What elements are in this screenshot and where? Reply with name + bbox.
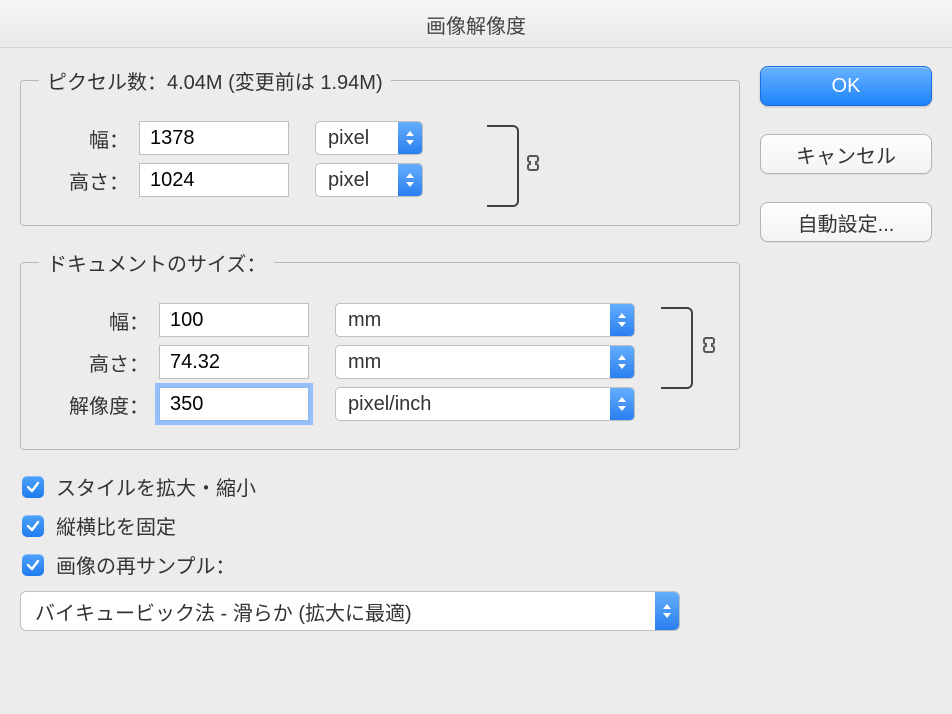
link-bracket-icon — [487, 125, 519, 207]
stepper-arrows-icon — [610, 346, 634, 378]
constrain-proportions-checkbox[interactable]: 縦横比を固定 — [22, 511, 740, 540]
link-bracket-icon — [661, 307, 693, 389]
resolution-unit-select[interactable]: pixel/inch — [335, 387, 635, 421]
doc-height-unit-select[interactable]: mm — [335, 345, 635, 379]
doc-width-unit-select[interactable]: mm — [335, 303, 635, 337]
doc-height-input[interactable] — [159, 345, 309, 379]
doc-width-input[interactable] — [159, 303, 309, 337]
document-size-group: ドキュメントのサイズ： 幅： mm 高さ： — [20, 248, 740, 450]
px-width-unit-select[interactable]: pixel — [315, 121, 423, 155]
dialog-title: 画像解像度 — [0, 0, 952, 48]
px-height-unit-label: pixel — [316, 169, 398, 192]
resample-method-select[interactable]: バイキュービック法 - 滑らか (拡大に最適) — [20, 591, 680, 631]
cancel-button[interactable]: キャンセル — [760, 134, 932, 174]
stepper-arrows-icon — [655, 592, 679, 630]
pixel-dimensions-group: ピクセル数：4.04M (変更前は 1.94M) 幅： pixel 高さ： — [20, 66, 740, 226]
resample-image-label: 画像の再サンプル： — [56, 550, 235, 579]
resolution-unit-label: pixel/inch — [336, 393, 610, 416]
doc-height-unit-label: mm — [336, 351, 610, 374]
checkmark-icon — [22, 476, 44, 498]
doc-width-unit-label: mm — [336, 309, 610, 332]
pixel-dimensions-legend: ピクセル数：4.04M (変更前は 1.94M) — [39, 66, 391, 95]
resolution-label: 解像度： — [39, 390, 149, 419]
auto-button[interactable]: 自動設定... — [760, 202, 932, 242]
doc-height-label: 高さ： — [39, 348, 149, 377]
checkmark-icon — [22, 554, 44, 576]
resample-method-label: バイキュービック法 - 滑らか (拡大に最適) — [21, 597, 655, 626]
image-size-dialog: 画像解像度 ピクセル数：4.04M (変更前は 1.94M) 幅： pixel — [0, 0, 952, 714]
constrain-proportions-label: 縦横比を固定 — [56, 511, 176, 540]
px-height-unit-select[interactable]: pixel — [315, 163, 423, 197]
resolution-input[interactable] — [159, 387, 309, 421]
stepper-arrows-icon — [398, 164, 422, 196]
px-width-label: 幅： — [39, 124, 129, 153]
px-width-unit-label: pixel — [316, 127, 398, 150]
doc-width-label: 幅： — [39, 306, 149, 335]
px-height-label: 高さ： — [39, 166, 129, 195]
checkmark-icon — [22, 515, 44, 537]
stepper-arrows-icon — [610, 388, 634, 420]
chain-link-icon — [701, 335, 717, 361]
px-height-input[interactable] — [139, 163, 289, 197]
chain-link-icon — [525, 153, 541, 179]
ok-button[interactable]: OK — [760, 66, 932, 106]
px-width-input[interactable] — [139, 121, 289, 155]
scale-styles-checkbox[interactable]: スタイルを拡大・縮小 — [22, 472, 740, 501]
resample-image-checkbox[interactable]: 画像の再サンプル： — [22, 550, 740, 579]
stepper-arrows-icon — [398, 122, 422, 154]
document-size-legend: ドキュメントのサイズ： — [39, 248, 274, 277]
scale-styles-label: スタイルを拡大・縮小 — [56, 472, 256, 501]
stepper-arrows-icon — [610, 304, 634, 336]
